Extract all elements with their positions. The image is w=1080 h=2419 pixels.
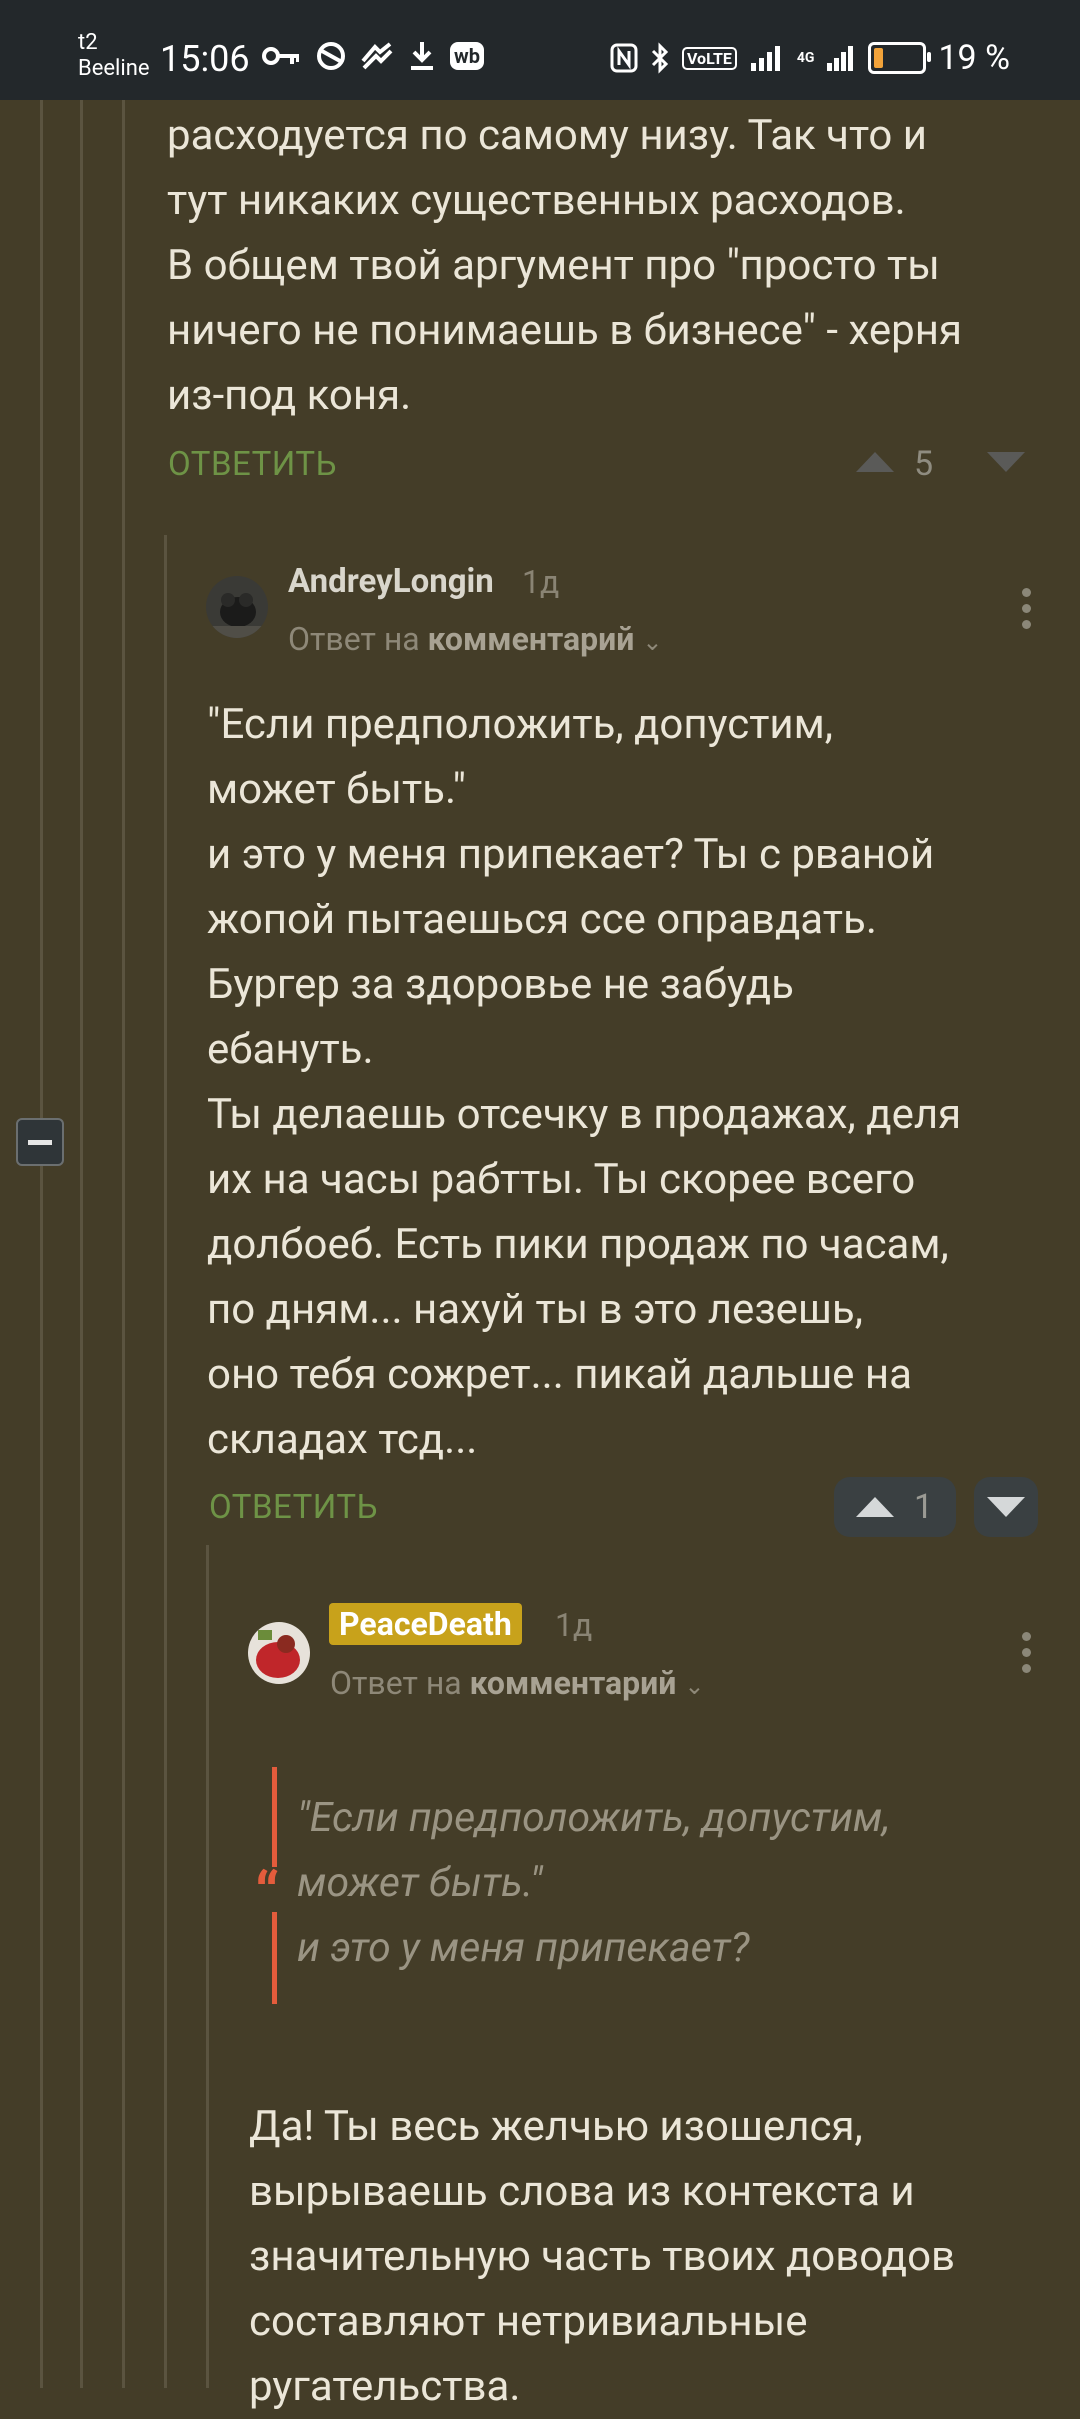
thread-line-5: [206, 1545, 209, 2388]
carrier: t2 Beeline: [78, 30, 150, 82]
avatar[interactable]: [206, 576, 268, 638]
quote-line: "Если предположить, допустим,: [297, 1794, 891, 1842]
download-icon: [408, 40, 436, 72]
parent-comment-text: расходуется по самому низу. Так что и ту…: [167, 103, 1047, 428]
text-line: складах тсд...: [207, 1415, 478, 1464]
thread-line-4: [164, 535, 167, 2388]
quote-line: и это у меня припекает?: [297, 1924, 750, 1972]
quote-bar: [272, 1767, 277, 1867]
comment-time: 1д: [555, 1606, 593, 1644]
upvote-icon: [856, 1497, 894, 1517]
text-line: может быть.": [207, 765, 466, 814]
text-line: "Если предположить, допустим,: [207, 700, 834, 749]
upvote-button[interactable]: [856, 452, 894, 472]
answer-to[interactable]: Ответ на комментарий ⌄: [330, 1664, 704, 1702]
text-line: составляют нетривиальные: [249, 2297, 808, 2346]
signal-icon-2: 4G: [797, 51, 815, 65]
text-line: расходуется по самому низу. Так что и: [167, 111, 927, 160]
text-line: жопой пытаешься ссе оправдать.: [207, 895, 877, 944]
thread-line-3: [122, 100, 125, 2388]
text-line: вырываешь слова из контекста и: [249, 2167, 915, 2216]
battery-icon: [868, 42, 932, 74]
network-type: 4G: [796, 50, 815, 66]
answer-to[interactable]: Ответ на комментарий ⌄: [288, 620, 662, 658]
reply-button[interactable]: ОТВЕТИТЬ: [168, 445, 337, 484]
text-line: по дням... нахуй ты в это лезешь,: [207, 1285, 863, 1334]
answer-to-prefix: Ответ на: [330, 1664, 462, 1702]
answer-to-prefix: Ответ на: [288, 620, 420, 658]
rating-count: 5: [914, 444, 934, 484]
text-line: ругательства.: [249, 2362, 521, 2411]
text-line: Бургер за здоровье не забудь: [207, 960, 794, 1009]
comment-text: "Если предположить, допустим, может быть…: [207, 692, 1067, 1472]
answer-to-link[interactable]: комментарий: [470, 1664, 677, 1702]
key-icon: [262, 42, 302, 70]
rating-count: 1: [914, 1487, 934, 1527]
app-icon: [360, 41, 394, 71]
signal-icon-1: [749, 43, 785, 73]
nfc-icon: [610, 43, 638, 73]
quote-text: "Если предположить, допустим, может быть…: [297, 1786, 1057, 1981]
more-options-button[interactable]: [1022, 588, 1032, 636]
carrier-line-2: Beeline: [78, 56, 150, 81]
answer-to-link[interactable]: комментарий: [428, 620, 635, 658]
bluetooth-icon: [650, 42, 670, 74]
chevron-down-icon: ⌄: [684, 1672, 705, 1700]
more-options-button[interactable]: [1022, 1632, 1032, 1680]
downvote-button[interactable]: [987, 452, 1025, 472]
thread-line-2: [80, 100, 83, 2388]
chevron-down-icon: ⌄: [642, 628, 663, 656]
quote-bar: [272, 1912, 277, 2004]
text-line: значительную часть твоих доводов: [249, 2232, 956, 2281]
clock: 15:06: [160, 38, 250, 80]
upvote-pill[interactable]: 1: [834, 1477, 956, 1537]
downvote-button[interactable]: [974, 1477, 1038, 1537]
volte-icon: VoLTE: [681, 46, 737, 70]
text-line: ничего не понимаешь в бизнесе" - херня: [167, 306, 963, 355]
reply-button[interactable]: ОТВЕТИТЬ: [209, 1488, 378, 1527]
text-line: долбоеб. Есть пики продаж по часам,: [207, 1220, 949, 1269]
downvote-icon: [987, 1497, 1025, 1517]
comment-time: 1д: [522, 563, 560, 601]
text-line: Да! Ты весь желчью изошелся,: [249, 2102, 863, 2151]
text-line: ебануть.: [207, 1025, 374, 1074]
vpn-icon: [316, 41, 346, 71]
comment-text: Да! Ты весь желчью изошелся, вырываешь с…: [249, 2094, 1069, 2419]
signal-bars-icon: [826, 43, 856, 73]
status-bar: t2 Beeline 15:06 wb VoLTE 4G 19 %: [0, 0, 1080, 100]
text-line: и это у меня припекает? Ты с рваной: [207, 830, 935, 879]
thread-line-1: [40, 100, 43, 2388]
username[interactable]: AndreyLongin: [288, 562, 494, 601]
text-line: тут никаких существенных расходов.: [167, 176, 906, 225]
notification-icons: wb: [262, 40, 484, 72]
text-line: Ты делаешь отсечку в продажах, деля: [207, 1090, 962, 1139]
wb-icon: wb: [450, 42, 484, 70]
battery-percent: 19 %: [938, 38, 1010, 78]
avatar[interactable]: [248, 1622, 310, 1684]
quote-line: может быть.": [297, 1859, 543, 1907]
quote-icon: “: [255, 1859, 280, 1930]
text-line: В общем твой аргумент про "просто ты: [167, 241, 940, 290]
system-icons: VoLTE 4G 19 %: [610, 38, 1010, 78]
carrier-line-1: t2: [78, 30, 98, 55]
text-line: их на часы рабтты. Ты скорее всего: [207, 1155, 916, 1204]
battery-level: [874, 48, 884, 68]
username-badge[interactable]: PeaceDeath: [329, 1603, 522, 1645]
text-line: оно тебя сожрет... пикай дальше на: [207, 1350, 912, 1399]
collapse-thread-button[interactable]: [16, 1118, 64, 1166]
text-line: из-под коня.: [167, 371, 412, 420]
